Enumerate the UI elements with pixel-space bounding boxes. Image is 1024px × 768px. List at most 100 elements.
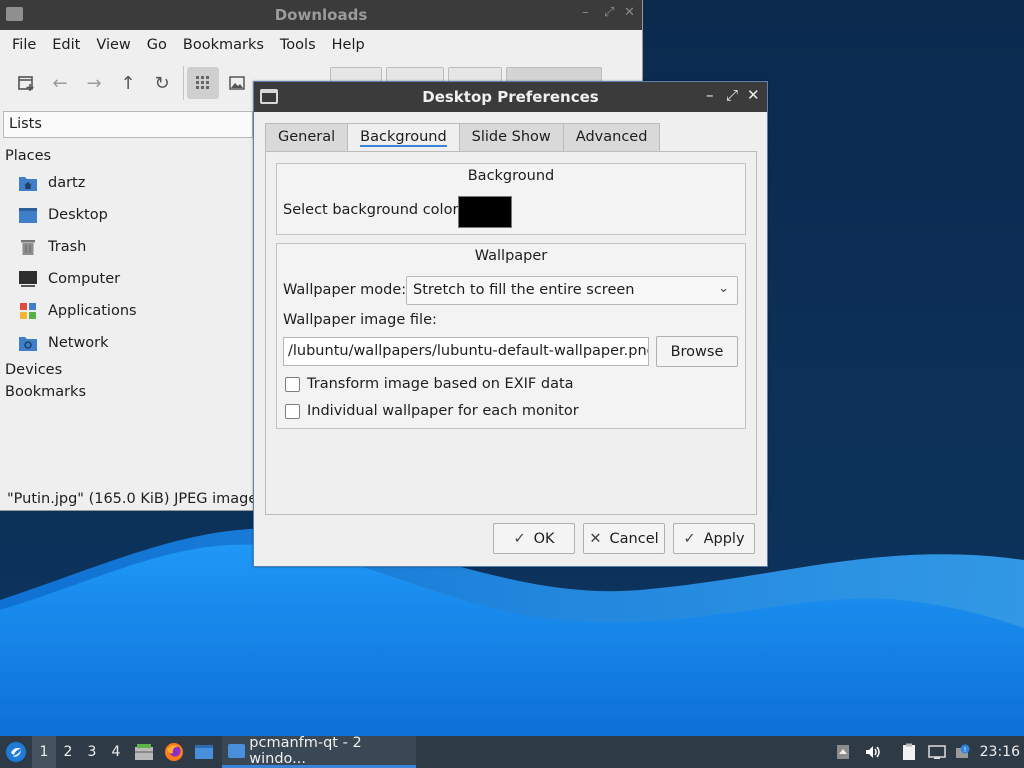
clock[interactable]: 23:16 [980, 744, 1020, 760]
wallpaper-file-label: Wallpaper image file: [283, 312, 437, 328]
tab-slide-show[interactable]: Slide Show [458, 123, 564, 152]
place-label: Applications [48, 303, 137, 319]
workspace-1[interactable]: 1 [32, 736, 56, 768]
start-menu-icon[interactable] [4, 736, 28, 768]
cancel-label: Cancel [609, 530, 659, 547]
place-dartz[interactable]: dartz [3, 167, 253, 199]
individual-wallpaper-label: Individual wallpaper for each monitor [307, 403, 579, 419]
place-network[interactable]: Network [3, 327, 253, 359]
devices-section-label[interactable]: Devices [3, 359, 253, 381]
wallpaper-group-title: Wallpaper [474, 248, 548, 264]
tab-label: Background [360, 129, 447, 147]
computer-icon [18, 270, 38, 288]
firefox-icon[interactable] [162, 736, 186, 768]
task-label: pcmanfm-qt - 2 windo... [249, 734, 362, 767]
wallpaper-mode-select[interactable]: Stretch to fill the entire screen ⌄ [406, 276, 738, 305]
close-icon[interactable]: ✕ [624, 5, 635, 20]
clipboard-icon[interactable] [898, 736, 920, 768]
menu-bookmarks[interactable]: Bookmarks [175, 37, 272, 53]
place-applications[interactable]: Applications [3, 295, 253, 327]
place-label: Trash [48, 239, 87, 255]
update-notifier-icon[interactable]: ! [952, 736, 974, 768]
tab-label: Advanced [575, 129, 648, 145]
cancel-button[interactable]: ✕ Cancel [583, 523, 665, 554]
workspace-4[interactable]: 4 [104, 736, 128, 768]
network-tray-icon[interactable] [926, 736, 948, 768]
background-group: Background Select background color: [276, 163, 746, 235]
exif-checkbox-label: Transform image based on EXIF data [307, 376, 574, 392]
desktop-launcher-icon[interactable] [192, 736, 216, 768]
menu-bar: File Edit View Go Bookmarks Tools Help [0, 30, 642, 60]
bookmarks-section-label[interactable]: Bookmarks [3, 381, 253, 403]
tab-general[interactable]: General [265, 123, 349, 152]
file-manager-titlebar[interactable]: Downloads – ⤢ ✕ [0, 0, 642, 30]
file-manager-launcher-icon[interactable] [132, 736, 156, 768]
menu-help[interactable]: Help [324, 37, 373, 53]
toolbar-separator [183, 66, 184, 100]
checkbox-box[interactable] [285, 403, 300, 419]
apply-button[interactable]: ✓ Apply [673, 523, 755, 554]
minimize-icon[interactable]: – [582, 5, 589, 20]
minimize-icon[interactable]: – [706, 86, 714, 104]
place-trash[interactable]: Trash [3, 231, 253, 263]
workspace-2[interactable]: 2 [56, 736, 80, 768]
forward-arrow-icon[interactable]: → [78, 67, 110, 99]
menu-edit[interactable]: Edit [44, 37, 88, 53]
place-desktop[interactable]: Desktop [3, 199, 253, 231]
tab-advanced[interactable]: Advanced [562, 123, 661, 152]
menu-file[interactable]: File [4, 37, 44, 53]
individual-wallpaper-checkbox[interactable]: Individual wallpaper for each monitor [285, 403, 579, 419]
ok-button[interactable]: ✓ OK [493, 523, 575, 554]
maximize-icon[interactable]: ⤢ [726, 86, 738, 104]
check-icon: ✓ [683, 530, 696, 547]
volume-icon[interactable] [862, 736, 884, 768]
back-arrow-icon[interactable]: ← [44, 67, 76, 99]
menu-view[interactable]: View [88, 37, 138, 53]
exif-checkbox[interactable]: Transform image based on EXIF data [285, 376, 574, 392]
place-label: Desktop [48, 207, 108, 223]
tray-up-arrow-icon[interactable] [834, 736, 852, 768]
dialog-titlebar[interactable]: Desktop Preferences – ⤢ ✕ [254, 82, 767, 112]
task-pcmanfm[interactable]: pcmanfm-qt - 2 windo... [222, 734, 416, 768]
close-icon[interactable]: ✕ [747, 86, 760, 104]
check-icon: ✓ [513, 530, 526, 547]
reload-icon[interactable]: ↻ [146, 67, 178, 99]
checkbox-box[interactable] [285, 376, 300, 392]
dialog-title: Desktop Preferences [422, 88, 599, 106]
tab-label: General [278, 129, 336, 145]
up-arrow-icon[interactable]: ↑ [112, 67, 144, 99]
places-section-label[interactable]: Places [3, 145, 253, 167]
trash-icon [18, 238, 38, 256]
network-icon [18, 334, 38, 352]
side-pane-mode-select[interactable]: Lists [3, 111, 253, 138]
wallpaper-mode-label: Wallpaper mode: [283, 282, 407, 298]
place-computer[interactable]: Computer [3, 263, 253, 295]
place-label: dartz [48, 175, 86, 191]
side-pane: Places dartz Desktop Trash Computer Appl… [3, 145, 253, 403]
background-tab-panel: Background Select background color: Wall… [265, 151, 757, 515]
thumbnail-view-icon[interactable] [221, 67, 253, 99]
maximize-icon[interactable]: ⤢ [604, 5, 614, 20]
status-bar: "Putin.jpg" (165.0 KiB) JPEG image [7, 491, 258, 507]
ok-label: OK [533, 530, 555, 547]
desktop-icon [18, 206, 38, 224]
browse-button[interactable]: Browse [656, 336, 738, 367]
wallpaper-file-input[interactable]: /lubuntu/wallpapers/lubuntu-default-wall… [283, 337, 649, 366]
place-label: Computer [48, 271, 121, 287]
wallpaper-mode-value: Stretch to fill the entire screen [413, 282, 635, 298]
folder-icon [228, 743, 246, 758]
background-color-button[interactable] [458, 196, 512, 228]
background-group-title: Background [467, 168, 555, 184]
tab-bar: General Background Slide Show Advanced [265, 123, 661, 152]
apply-label: Apply [703, 530, 745, 547]
chevron-down-icon: ⌄ [718, 281, 729, 296]
svg-text:!: ! [964, 746, 967, 754]
menu-go[interactable]: Go [139, 37, 175, 53]
workspace-3[interactable]: 3 [80, 736, 104, 768]
tab-background[interactable]: Background [347, 123, 460, 152]
icon-view-icon[interactable] [187, 67, 219, 99]
applications-icon [18, 302, 38, 320]
new-tab-icon[interactable] [10, 67, 42, 99]
menu-tools[interactable]: Tools [272, 37, 324, 53]
file-manager-title: Downloads [274, 6, 368, 24]
